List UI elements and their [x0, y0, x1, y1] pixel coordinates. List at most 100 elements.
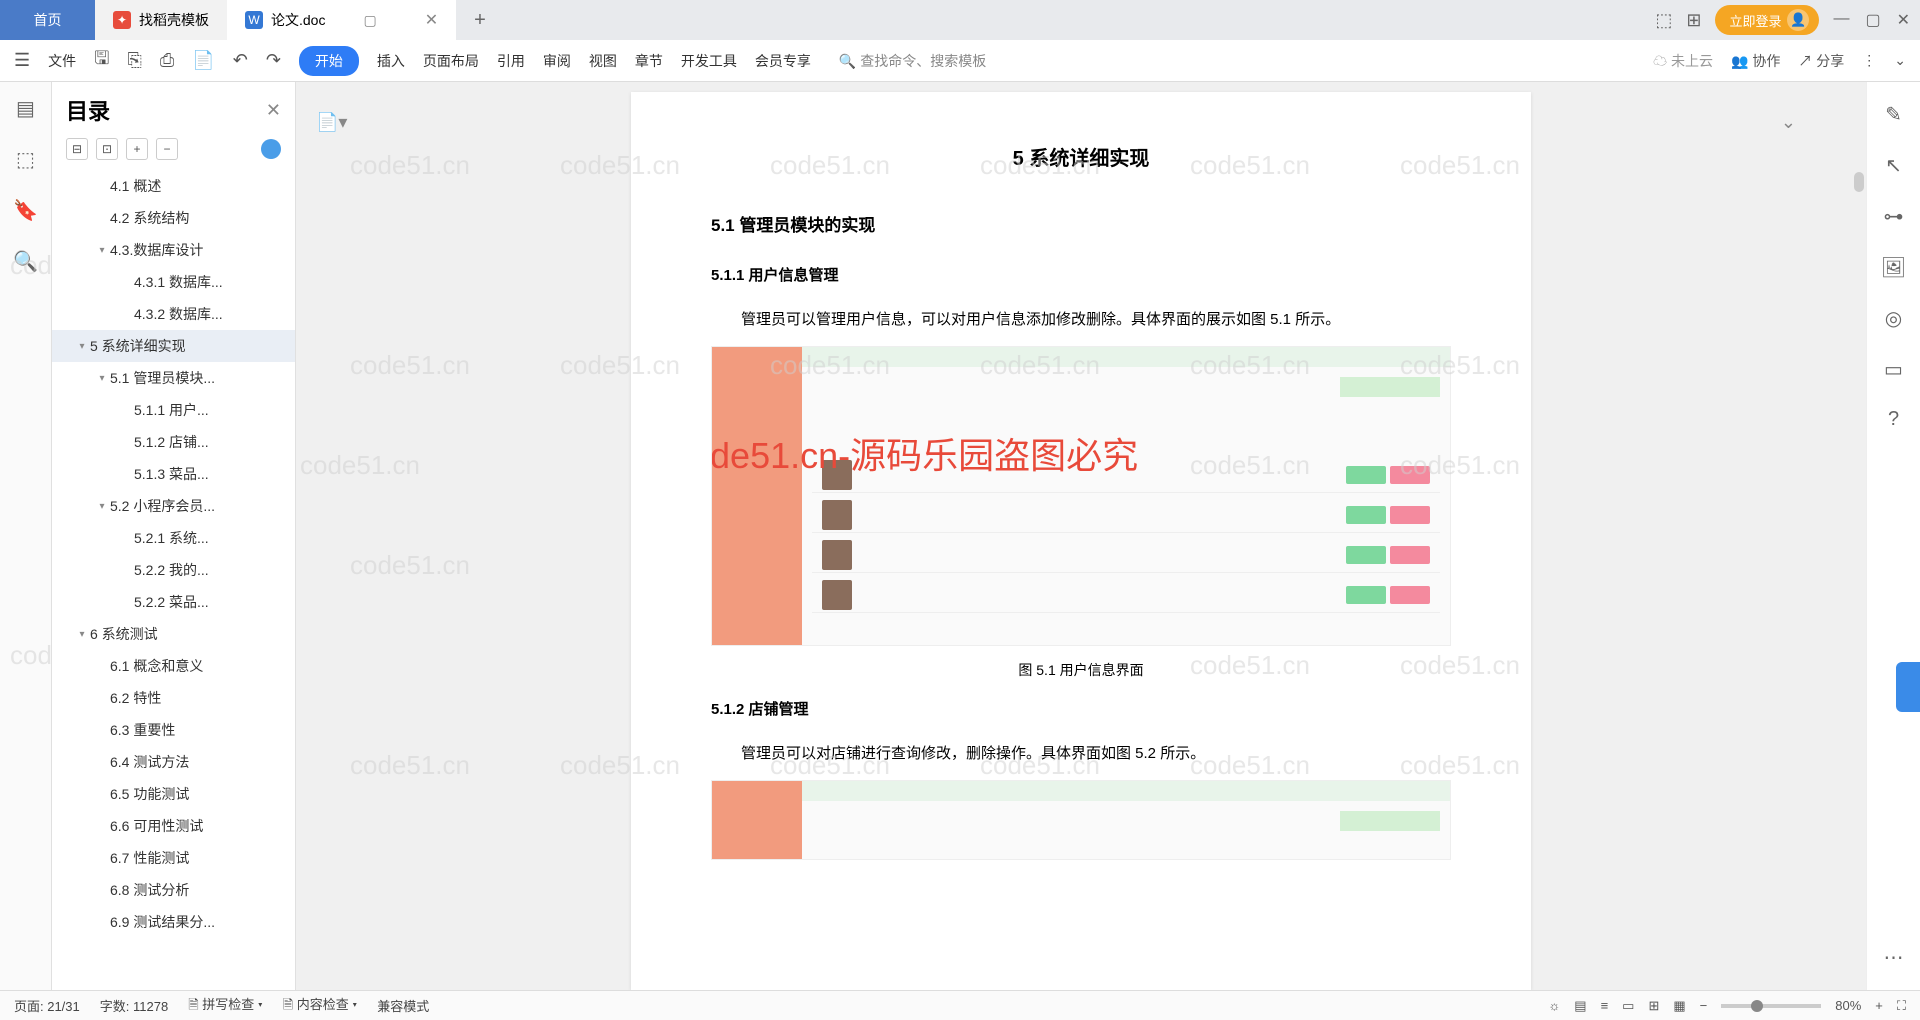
outline-item[interactable]: 5.1.2 店铺... — [52, 426, 295, 458]
status-words[interactable]: 字数: 11278 — [100, 996, 168, 1015]
zoom-out-button[interactable]: − — [1700, 998, 1708, 1013]
status-page[interactable]: 页面: 21/31 — [14, 996, 80, 1015]
devtools-icon[interactable]: ▢ — [363, 12, 376, 29]
figure-image: code51.cn-源码乐园盗图必究 — [711, 346, 1451, 646]
minimize-button[interactable]: — — [1833, 10, 1849, 30]
menu-icon[interactable]: ☰ — [14, 50, 30, 71]
tab-home[interactable]: 首页 — [0, 0, 95, 40]
close-outline-icon[interactable]: ✕ — [266, 100, 281, 121]
outline-item[interactable]: 4.2 系统结构 — [52, 202, 295, 234]
zoom-slider[interactable] — [1721, 1004, 1821, 1008]
maximize-button[interactable]: ▢ — [1865, 10, 1880, 30]
outline-item[interactable]: ▾5 系统详细实现 — [52, 330, 295, 362]
save-icon[interactable]: 🖫 — [94, 46, 109, 76]
side-panel-toggle[interactable] — [1896, 662, 1920, 712]
share-button[interactable]: ↗ 分享 — [1798, 51, 1844, 71]
pencil-icon[interactable]: ✎ — [1885, 102, 1902, 127]
outline-item[interactable]: ▾4.3.数据库设计 — [52, 234, 295, 266]
ribbon-layout[interactable]: 页面布局 — [423, 51, 479, 71]
image-tool-icon[interactable]: 🖼 — [1881, 255, 1906, 280]
vertical-scrollbar[interactable] — [1854, 172, 1864, 192]
thumbnail-rail-icon[interactable]: ⬚ — [16, 147, 35, 172]
collab-button[interactable]: 👥 协作 — [1731, 51, 1780, 71]
outline-item[interactable]: 5.2.2 菜品... — [52, 586, 295, 618]
outline-item[interactable]: 5.2.1 系统... — [52, 522, 295, 554]
layout-icon[interactable]: ⬚ — [1655, 10, 1672, 31]
outline-tree[interactable]: 4.1 概述4.2 系统结构▾4.3.数据库设计4.3.1 数据库...4.3.… — [52, 170, 295, 990]
search-rail-icon[interactable]: 🔍 — [13, 249, 38, 274]
bookmark-page-icon[interactable]: ⌄ — [1781, 112, 1796, 133]
more-icon[interactable]: ⋮ — [1862, 52, 1876, 69]
expand-all-button[interactable]: ⊡ — [96, 138, 118, 160]
outline-item[interactable]: ▾5.1 管理员模块... — [52, 362, 295, 394]
print-icon[interactable]: ⎙ — [160, 50, 174, 71]
bookmark-rail-icon[interactable]: 🔖 — [13, 198, 38, 223]
ribbon-insert[interactable]: 插入 — [377, 51, 405, 71]
more-tools-icon[interactable]: ⋯ — [1884, 945, 1904, 970]
collapse-all-button[interactable]: ⊟ — [66, 138, 88, 160]
view-print-icon[interactable]: ▦ — [1673, 998, 1685, 1014]
screen-icon[interactable]: ▭ — [1884, 357, 1903, 382]
ribbon-vip[interactable]: 会员专享 — [755, 51, 811, 71]
remove-item-button[interactable]: − — [156, 138, 178, 160]
outline-item[interactable]: 5.2.2 我的... — [52, 554, 295, 586]
outline-item[interactable]: ▾5.2 小程序会员... — [52, 490, 295, 522]
ribbon-search[interactable]: 🔍 查找命令、搜索模板 — [839, 51, 986, 71]
add-item-button[interactable]: + — [126, 138, 148, 160]
file-menu[interactable]: 文件 — [48, 51, 76, 71]
outline-item[interactable]: 6.7 性能测试 — [52, 842, 295, 874]
fullscreen-icon[interactable]: ⛶ — [1897, 998, 1906, 1014]
view-page-icon[interactable]: ▤ — [1574, 998, 1586, 1014]
status-spellcheck[interactable]: 🗎 拼写检查 ▾ — [188, 994, 263, 1018]
export-icon[interactable]: ⎘ — [127, 50, 141, 71]
tab-template[interactable]: ✦ 找稻壳模板 — [95, 0, 227, 40]
redo-icon[interactable]: ↷ — [266, 50, 281, 71]
view-outline-icon[interactable]: ≡ — [1601, 998, 1609, 1013]
close-window-button[interactable]: ✕ — [1897, 10, 1910, 30]
outline-item[interactable]: 4.3.2 数据库... — [52, 298, 295, 330]
tab-document[interactable]: W 论文.doc ▢ ✕ — [227, 0, 456, 40]
brightness-icon[interactable]: ☼ — [1548, 998, 1560, 1013]
page-options-icon[interactable]: 📄▾ — [316, 112, 347, 133]
outline-item[interactable]: 6.8 测试分析 — [52, 874, 295, 906]
ribbon-ref[interactable]: 引用 — [497, 51, 525, 71]
apps-icon[interactable]: ⊞ — [1686, 10, 1701, 31]
outline-item[interactable]: 5.1.1 用户... — [52, 394, 295, 426]
outline-item[interactable]: 4.1 概述 — [52, 170, 295, 202]
help-icon[interactable]: ? — [1888, 408, 1899, 431]
outline-rail-icon[interactable]: ▤ — [16, 96, 35, 121]
ribbon-chapter[interactable]: 章节 — [635, 51, 663, 71]
outline-item[interactable]: ▾6 系统测试 — [52, 618, 295, 650]
ribbon-review[interactable]: 审阅 — [543, 51, 571, 71]
close-tab-icon[interactable]: ✕ — [425, 10, 438, 30]
outline-item[interactable]: 6.4 测试方法 — [52, 746, 295, 778]
outline-item[interactable]: 4.3.1 数据库... — [52, 266, 295, 298]
ribbon-view[interactable]: 视图 — [589, 51, 617, 71]
cloud-status[interactable]: ☁ 未上云 — [1653, 51, 1713, 71]
outline-item[interactable]: 6.1 概念和意义 — [52, 650, 295, 682]
outline-item[interactable]: 6.2 特性 — [52, 682, 295, 714]
outline-item[interactable]: 5.1.3 菜品... — [52, 458, 295, 490]
sync-badge-icon[interactable] — [261, 139, 281, 159]
ribbon-dev[interactable]: 开发工具 — [681, 51, 737, 71]
target-icon[interactable]: ◎ — [1885, 306, 1902, 331]
outline-item[interactable]: 6.5 功能测试 — [52, 778, 295, 810]
outline-item[interactable]: 6.6 可用性测试 — [52, 810, 295, 842]
status-content-check[interactable]: 🗎 内容检查 ▾ — [283, 994, 358, 1018]
status-compat[interactable]: 兼容模式 — [377, 996, 429, 1015]
zoom-in-button[interactable]: + — [1875, 998, 1883, 1013]
login-label: 立即登录 — [1729, 11, 1781, 30]
collapse-ribbon-icon[interactable]: ⌄ — [1894, 52, 1906, 69]
view-web-icon[interactable]: ⊞ — [1648, 998, 1659, 1014]
outline-item[interactable]: 6.9 测试结果分... — [52, 906, 295, 938]
new-tab-button[interactable]: + — [474, 9, 486, 32]
settings-icon[interactable]: ⊶ — [1884, 204, 1904, 229]
view-read-icon[interactable]: ▭ — [1622, 998, 1634, 1014]
preview-icon[interactable]: 📄 — [192, 50, 214, 71]
login-button[interactable]: 立即登录 👤 — [1715, 5, 1819, 35]
ribbon-start[interactable]: 开始 — [299, 46, 359, 76]
undo-icon[interactable]: ↶ — [233, 50, 248, 71]
cursor-icon[interactable]: ↖ — [1885, 153, 1902, 178]
outline-item[interactable]: 6.3 重要性 — [52, 714, 295, 746]
zoom-level[interactable]: 80% — [1835, 998, 1861, 1013]
